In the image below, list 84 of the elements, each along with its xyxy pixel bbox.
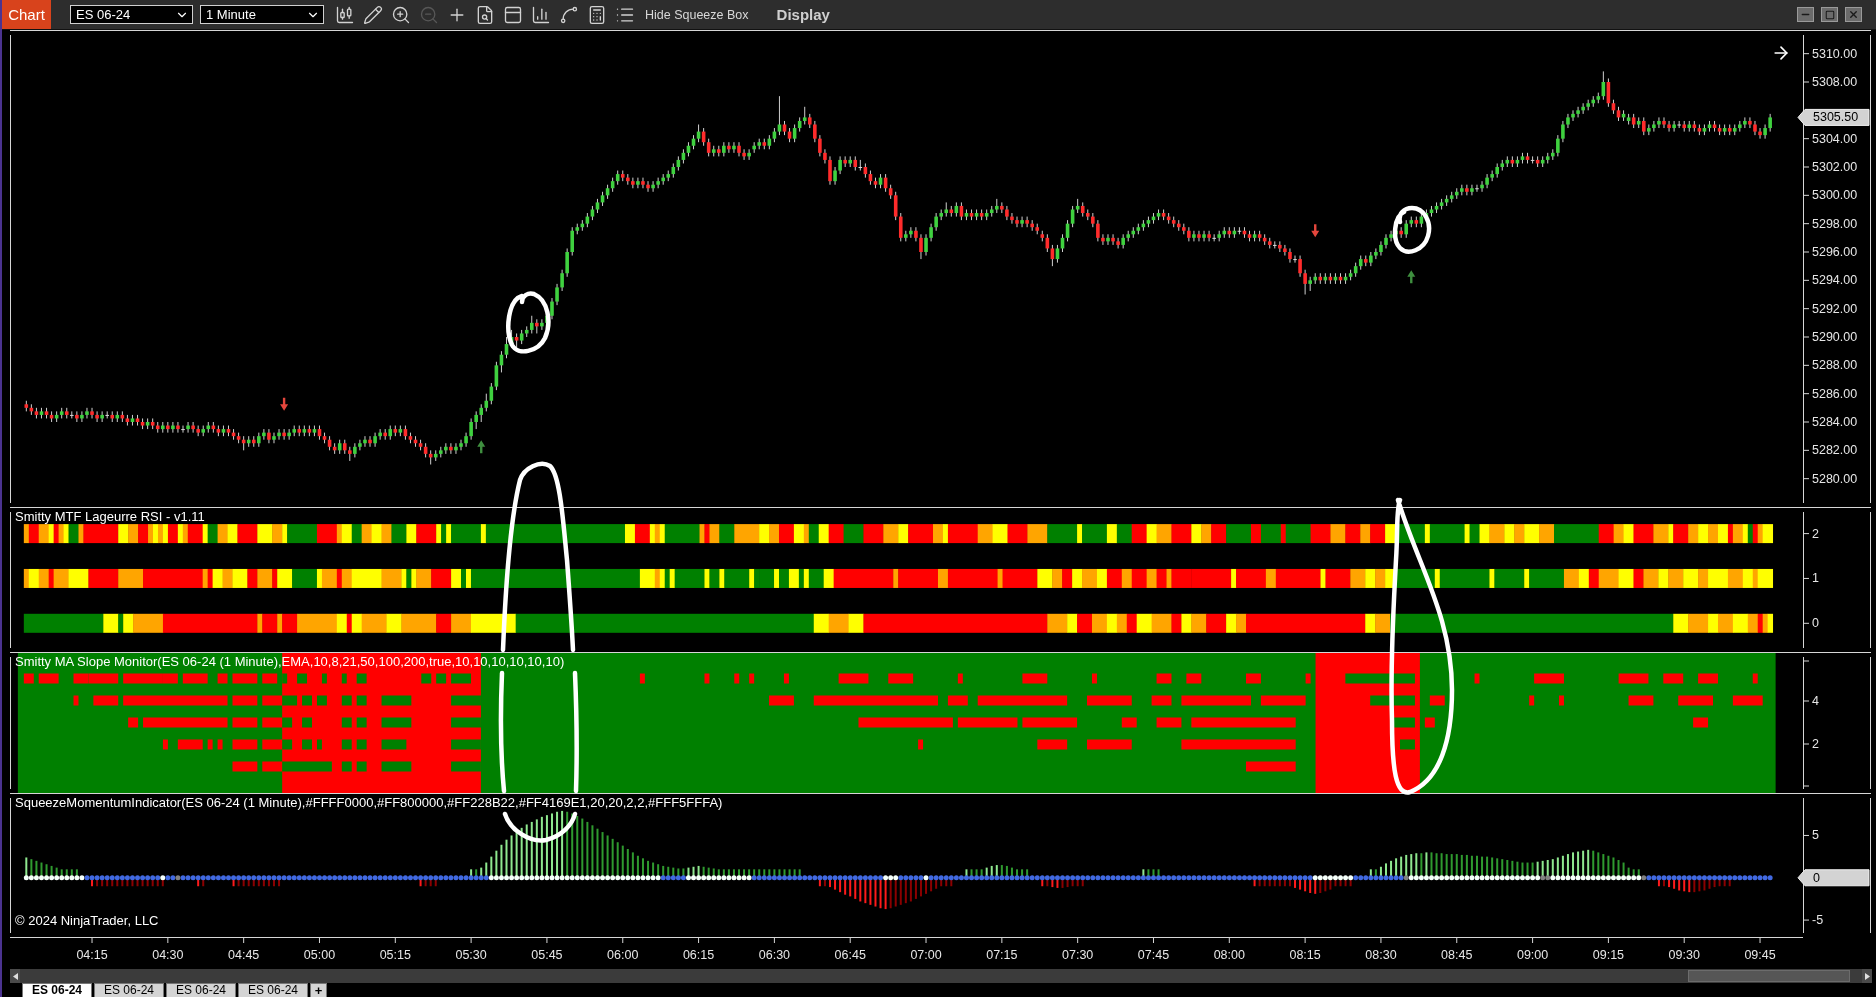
axis-label: 2 bbox=[1812, 737, 1819, 751]
axis-label: 5302.00 bbox=[1812, 160, 1858, 174]
value-marker: 0 bbox=[1797, 869, 1870, 887]
up-arrow-icon bbox=[477, 440, 486, 454]
up-arrow-icon bbox=[1407, 270, 1416, 284]
close-button[interactable] bbox=[1845, 7, 1862, 22]
time-axis-label: 08:45 bbox=[1441, 948, 1473, 962]
candlestick-chart-icon[interactable] bbox=[335, 4, 355, 25]
axis-label: 5282.00 bbox=[1812, 443, 1858, 458]
time-axis-label: 05:00 bbox=[303, 948, 336, 962]
chart-tab[interactable]: ES 06-24 bbox=[238, 983, 308, 997]
axis-label: 5300.00 bbox=[1812, 188, 1858, 203]
axis-label: 5280.00 bbox=[1812, 471, 1858, 486]
calculator-icon[interactable] bbox=[587, 4, 607, 25]
instrument-dropdown[interactable]: ES 06-24 bbox=[70, 5, 193, 24]
time-axis-label: 07:15 bbox=[986, 948, 1018, 962]
axis-label: 5294.00 bbox=[1812, 273, 1858, 288]
file-search-icon[interactable] bbox=[475, 4, 495, 25]
scroll-right-button[interactable] bbox=[1862, 969, 1872, 983]
close-icon bbox=[1848, 9, 1859, 20]
time-axis-label: 05:15 bbox=[379, 948, 411, 962]
time-axis-label: 09:00 bbox=[1516, 948, 1549, 962]
time-axis-label: 07:45 bbox=[1137, 948, 1170, 962]
time-axis-label: 05:30 bbox=[455, 948, 487, 962]
left-triangle-icon bbox=[12, 972, 18, 980]
axis-label: 5 bbox=[1812, 828, 1819, 843]
axis-label: -5 bbox=[1812, 913, 1824, 928]
right-triangle-icon bbox=[1864, 972, 1870, 980]
time-axis-label: 07:30 bbox=[1062, 948, 1094, 962]
time-axis-label: 08:15 bbox=[1289, 948, 1321, 962]
zoom-in-icon[interactable] bbox=[391, 4, 411, 25]
time-axis-label: 07:00 bbox=[910, 948, 942, 962]
axis-label: 5308.00 bbox=[1812, 75, 1858, 89]
axis-label: 5304.00 bbox=[1812, 131, 1858, 146]
bar-chart-icon[interactable] bbox=[531, 4, 551, 25]
axis-label: 5284.00 bbox=[1812, 415, 1858, 429]
axis-label: 5296.00 bbox=[1812, 245, 1858, 259]
time-axis-label: 05:45 bbox=[531, 948, 563, 962]
time-axis-label: 04:45 bbox=[228, 948, 260, 962]
maximize-button[interactable] bbox=[1821, 7, 1838, 22]
hand-drawn-stroke bbox=[506, 291, 551, 354]
time-axis-label: 08:00 bbox=[1213, 948, 1245, 962]
time-axis-label: 09:30 bbox=[1668, 948, 1700, 962]
hand-drawn-stroke bbox=[1392, 205, 1432, 254]
indicator-label: Smitty MTF Lageurre RSI - v1.11 bbox=[15, 509, 205, 524]
add-tab-button[interactable]: + bbox=[310, 983, 327, 997]
copyright-text: © 2024 NinjaTrader, LLC bbox=[15, 913, 159, 928]
time-axis-label: 04:30 bbox=[152, 948, 184, 962]
time-axis-label: 09:45 bbox=[1744, 948, 1776, 962]
square-icon bbox=[1824, 9, 1835, 20]
window-title: Chart bbox=[2, 0, 51, 29]
down-arrow-icon bbox=[1311, 224, 1320, 238]
spline-icon[interactable] bbox=[559, 4, 579, 25]
indicator-label: SqueezeMomentumIndicator(ES 06-24 (1 Minute),#FFFF0000,#FF800000,#FF228B22,#FF4169E1,20,20,2,2,#FFF5FFFA) bbox=[15, 795, 723, 810]
axis-label: 2 bbox=[1812, 526, 1819, 541]
axis-label: 5298.00 bbox=[1812, 216, 1858, 231]
chart-tab[interactable]: ES 06-24 bbox=[22, 983, 92, 997]
scrollbar-thumb[interactable] bbox=[1688, 970, 1850, 982]
axis-label: 5286.00 bbox=[1812, 386, 1858, 401]
chart-tab[interactable]: ES 06-24 bbox=[166, 983, 236, 997]
price-marker: 5305.50 bbox=[1797, 108, 1870, 126]
interval-dropdown[interactable]: 1 Minute bbox=[200, 5, 324, 24]
time-axis-label: 06:30 bbox=[758, 948, 791, 962]
time-axis-label: 09:15 bbox=[1592, 948, 1625, 962]
display-button[interactable]: Display bbox=[776, 6, 830, 23]
axis-label: 5290.00 bbox=[1812, 330, 1858, 344]
axis-label: 1 bbox=[1812, 571, 1819, 586]
axis-label: 4 bbox=[1812, 694, 1819, 708]
scroll-left-button[interactable] bbox=[10, 969, 20, 983]
chart-tab[interactable]: ES 06-24 bbox=[94, 983, 164, 997]
time-axis-label: 06:00 bbox=[607, 948, 639, 962]
pencil-icon[interactable] bbox=[363, 4, 383, 25]
axis-label: 0 bbox=[1812, 616, 1819, 631]
time-axis-label: 04:15 bbox=[76, 948, 108, 962]
axis-label: 5292.00 bbox=[1812, 301, 1858, 316]
down-arrow-icon bbox=[280, 397, 289, 411]
axis-label: 5310.00 bbox=[1812, 46, 1858, 61]
time-axis-label: 06:15 bbox=[682, 948, 715, 962]
panel-icon[interactable] bbox=[503, 4, 523, 25]
time-axis-label: 08:30 bbox=[1365, 948, 1397, 962]
minimize-button[interactable] bbox=[1797, 7, 1814, 22]
axis-label: 5288.00 bbox=[1812, 358, 1858, 373]
hide-squeeze-button[interactable]: Hide Squeeze Box bbox=[645, 7, 749, 22]
time-axis-label: 06:45 bbox=[834, 948, 866, 962]
